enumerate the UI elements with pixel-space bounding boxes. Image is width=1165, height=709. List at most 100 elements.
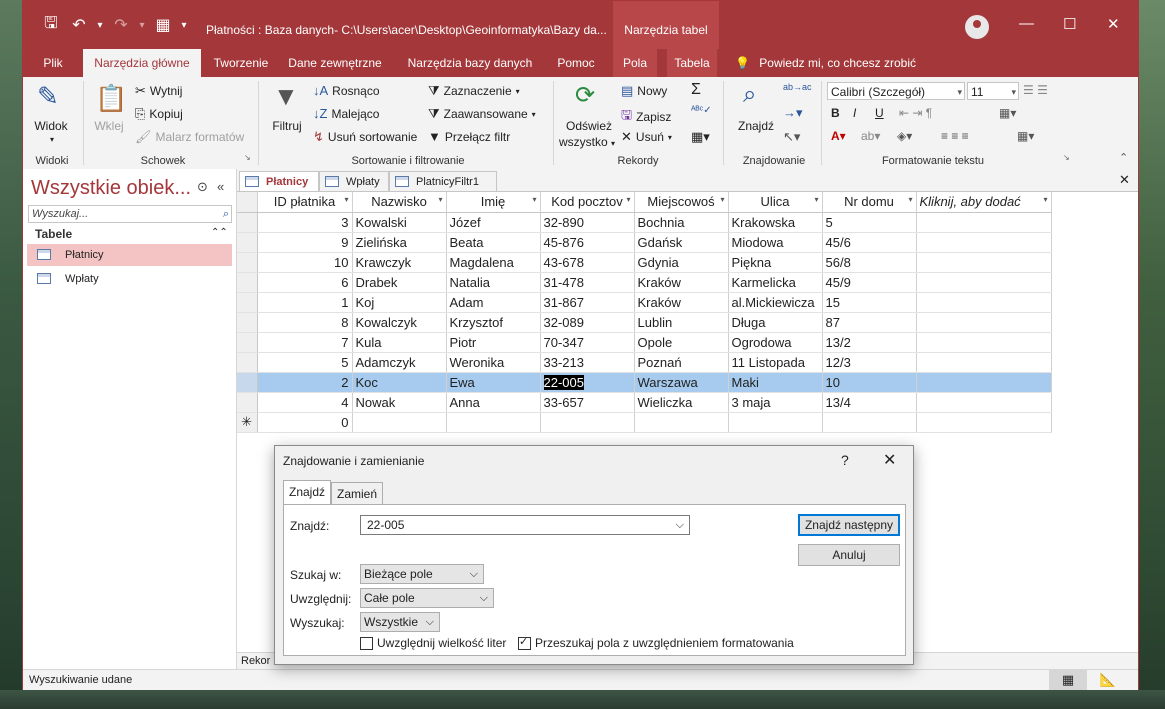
chevron-down-icon[interactable]: ▾ [438,195,442,204]
table-cell[interactable]: Koc [352,372,447,393]
alt-row-color-button[interactable]: ▦▾ [1017,129,1034,143]
table-cell[interactable]: Kowalski [352,212,447,233]
bold-button[interactable]: B [831,106,840,120]
format-painter-button[interactable]: 🖌 Malarz formatów [135,129,244,145]
table-cell[interactable]: 4 [257,392,353,413]
doc-tab-platnicy[interactable]: Płatnicy [239,171,319,191]
new-record-button[interactable]: ▤ Nowy [621,83,667,99]
table-cell[interactable]: Kraków [634,272,729,293]
redo-icon[interactable]: ↷ [107,10,135,40]
table-cell[interactable]: 22-005 [540,372,635,393]
column-header[interactable]: Nr domu ▾ [822,192,917,213]
search-formatted-checkbox[interactable]: Przeszukaj pola z uwzględnieniem formato… [518,635,794,650]
table-cell[interactable]: Koj [352,292,447,313]
nav-item-wplaty[interactable]: Wpłaty [27,268,232,290]
italic-button[interactable]: I [853,106,856,120]
table-cell[interactable]: 1 [257,292,353,313]
table-cell[interactable] [916,232,1052,253]
collapse-ribbon-icon[interactable]: ⌃ [1119,151,1128,164]
table-cell[interactable]: Piękna [728,252,823,273]
record-selector[interactable] [237,232,258,253]
delete-record-button[interactable]: ✕ Usuń ▾ [621,129,672,145]
table-row[interactable]: 1 Koj Adam 31-867 Kraków al.Mickiewicza 15 [237,292,1052,313]
paste-button[interactable]: Wklej [89,119,129,133]
column-header[interactable]: Ulica ▾ [728,192,823,213]
table-cell[interactable]: Adam [446,292,541,313]
view-dropdown-icon[interactable]: ▾ [45,135,59,144]
selection-button[interactable]: ⧩ Zaznaczenie ▾ [428,83,520,99]
table-cell[interactable]: 31-478 [540,272,635,293]
nav-group-tabele[interactable]: Tabele [35,227,72,241]
column-header[interactable]: ID płatnika ▾ [257,192,353,213]
tab-pomoc[interactable]: Pomoc [549,49,603,77]
view-button[interactable]: Widok [31,119,71,133]
table-cell[interactable]: Długa [728,312,823,333]
table-cell[interactable] [728,412,823,433]
more-records-icon[interactable]: ▦▾ [691,129,710,145]
table-cell[interactable] [916,372,1052,393]
look-in-select[interactable]: Bieżące pole ⌵ [360,564,484,584]
table-cell[interactable] [446,412,541,433]
table-row[interactable]: 6 Drabek Natalia 31-478 Kraków Karmelicka 45/9 [237,272,1052,293]
table-cell[interactable] [916,312,1052,333]
column-header[interactable]: Nazwisko ▾ [352,192,447,213]
nav-item-platnicy[interactable]: Płatnicy [27,244,232,266]
paste-icon[interactable]: 📋 [95,83,127,114]
collapse-pane-icon[interactable]: « [217,179,224,194]
table-cell[interactable]: Natalia [446,272,541,293]
record-selector[interactable] [237,312,258,333]
nav-pane-title[interactable]: Wszystkie obiek... [31,177,191,200]
table-cell[interactable]: Drabek [352,272,447,293]
column-header[interactable]: Miejscowoś ▾ [634,192,729,213]
tell-me-box[interactable]: 💡 Powiedz mi, co chcesz zrobić [735,49,916,77]
maximize-icon[interactable]: ☐ [1063,15,1076,33]
close-icon[interactable]: ✕ [1107,15,1120,33]
table-cell[interactable] [916,252,1052,273]
refresh-icon[interactable]: ⟳ [575,81,595,110]
table-cell[interactable]: 32-890 [540,212,635,233]
table-cell[interactable]: Karmelicka [728,272,823,293]
group-collapse-icon[interactable]: ⌃⌃ [211,227,228,238]
account-avatar-icon[interactable] [965,15,989,39]
table-cell[interactable]: 8 [257,312,353,333]
table-cell[interactable]: Weronika [446,352,541,373]
select-all-corner[interactable] [237,192,258,213]
table-cell[interactable]: Gdynia [634,252,729,273]
table-cell[interactable]: Gdańsk [634,232,729,253]
record-selector[interactable] [237,212,258,233]
chevron-down-icon[interactable]: ⌵ [676,516,684,534]
tab-dane-zewnetrzne[interactable]: Dane zewnętrzne [285,49,385,77]
table-cell[interactable]: Kraków [634,292,729,313]
align-buttons[interactable]: ≡ ≡ ≡ [941,129,969,143]
chevron-down-icon[interactable]: ▾ [814,195,818,204]
record-selector[interactable] [237,352,258,373]
match-case-checkbox[interactable]: Uwzględnij wielkość liter [360,636,506,650]
table-cell[interactable]: 10 [822,372,917,393]
sort-descending-button[interactable]: ↓Z Malejąco [313,106,379,121]
table-cell[interactable]: Kula [352,332,447,353]
table-cell[interactable]: 10 [257,252,353,273]
nav-dropdown-icon[interactable]: ⊙ [197,179,208,195]
new-record-row[interactable]: ✳ 0 [237,412,1052,433]
table-cell[interactable] [916,332,1052,353]
table-view-icon[interactable]: ▦ [149,10,177,40]
table-cell[interactable] [916,392,1052,413]
table-row[interactable]: 4 Nowak Anna 33-657 Wieliczka 3 maja 13/4 [237,392,1052,413]
table-row[interactable]: 2 Koc Ewa 22-005 Warszawa Maki 10 [237,372,1052,393]
table-cell[interactable] [916,412,1052,433]
record-selector[interactable] [237,372,258,393]
new-record-icon[interactable]: ✳ [237,412,258,433]
table-cell[interactable]: Zielińska [352,232,447,253]
table-cell[interactable]: 70-347 [540,332,635,353]
table-cell[interactable]: Wieliczka [634,392,729,413]
underline-button[interactable]: U [875,106,884,120]
clipboard-launcher-icon[interactable]: ↘ [244,153,251,162]
table-cell[interactable]: 13/2 [822,332,917,353]
tab-tworzenie[interactable]: Tworzenie [207,49,275,77]
fill-color-button[interactable]: ◈▾ [897,129,912,143]
table-row[interactable]: 3 Kowalski Józef 32-890 Bochnia Krakowska 5 [237,212,1052,233]
table-cell[interactable]: 3 maja [728,392,823,413]
table-cell[interactable]: 9 [257,232,353,253]
font-color-button[interactable]: A▾ [831,129,846,143]
table-cell[interactable]: Krawczyk [352,252,447,273]
